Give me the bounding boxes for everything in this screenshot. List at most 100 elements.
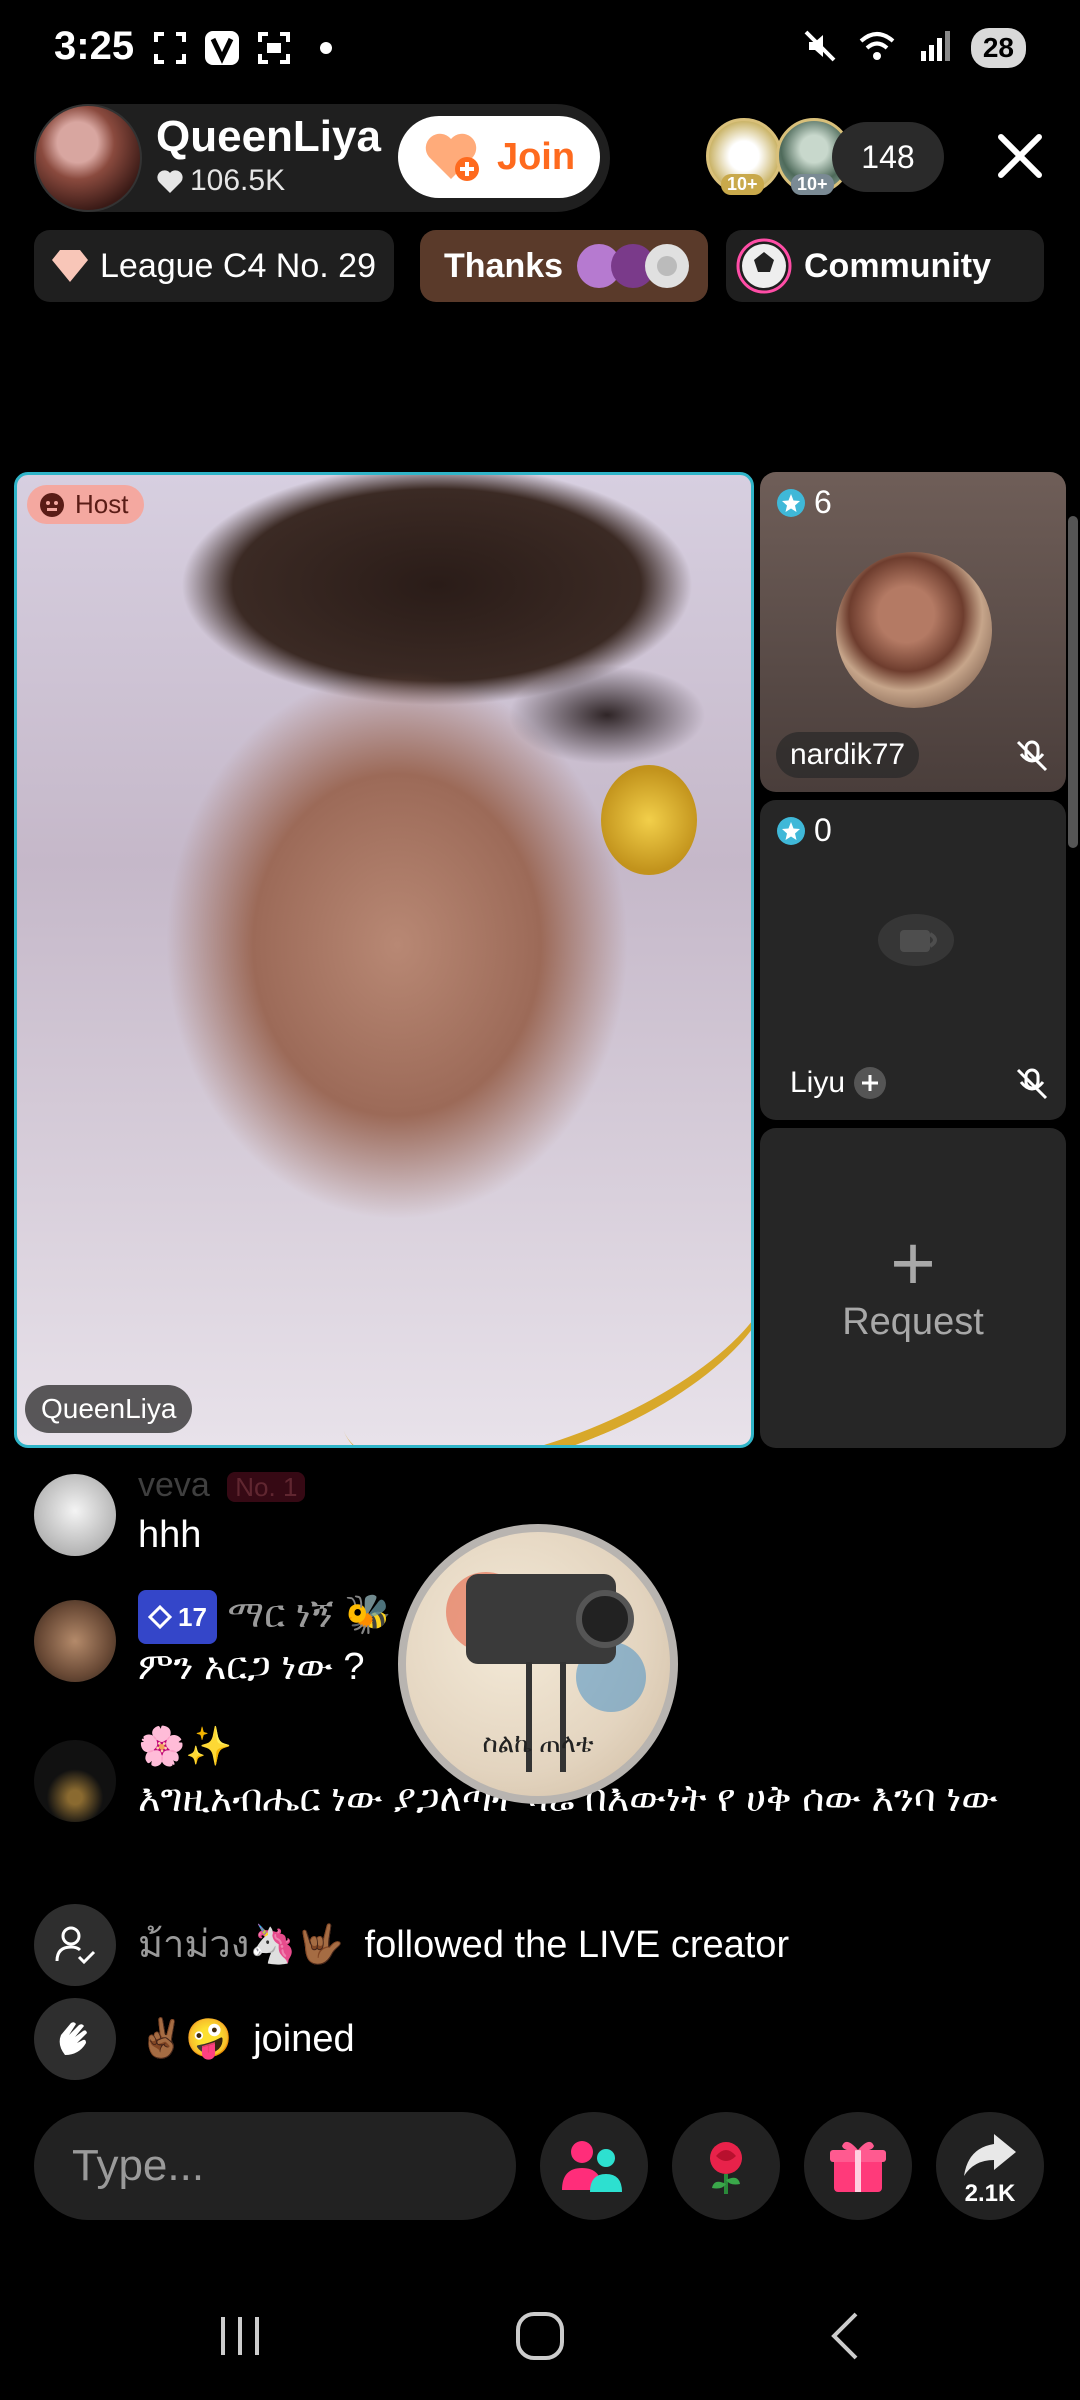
- plus-icon: +: [890, 1218, 936, 1307]
- chat-username: 17 ማር ነኝ 🐝: [138, 1590, 391, 1644]
- share-button[interactable]: 2.1K: [936, 2112, 1044, 2220]
- diamond-icon: [52, 250, 88, 282]
- event-join: ✌🏾🤪 joined: [138, 2014, 355, 2064]
- request-tile[interactable]: + Request: [760, 1128, 1066, 1448]
- level-value: 17: [178, 1602, 207, 1632]
- event-text: followed the LIVE creator: [364, 1924, 790, 1966]
- chat-username-text: 🌸✨: [138, 1726, 233, 1768]
- close-icon: [998, 134, 1042, 178]
- wave-hand-icon: [59, 2022, 87, 2055]
- host-likes: 106.5K: [156, 164, 285, 198]
- home-icon: [516, 2312, 564, 2360]
- rank-badge: No. 1: [227, 1472, 306, 1502]
- comment-input[interactable]: Type...: [34, 2112, 516, 2220]
- guest-score-value: 6: [814, 484, 832, 520]
- follow-event-icon: [34, 1904, 116, 1986]
- host-icon: [40, 492, 64, 517]
- guest-name: nardik77: [776, 732, 920, 778]
- score-icon: [777, 488, 805, 517]
- league-label: League C4 No. 29: [100, 246, 376, 285]
- heart-icon: [157, 170, 183, 193]
- video-frame-detail: [601, 765, 697, 875]
- floating-badge-text: ስልኬ ጠላቴ: [482, 1728, 594, 1758]
- host-likes-count: 106.5K: [190, 164, 286, 197]
- chat-message: ምን አርጋ ነው ?: [138, 1646, 365, 1688]
- recent-apps-button[interactable]: [180, 2296, 300, 2376]
- home-button[interactable]: [480, 2296, 600, 2376]
- status-left-icons: [152, 30, 344, 66]
- guest-score-value: 0: [814, 812, 832, 848]
- guest-score: 0: [776, 812, 832, 849]
- system-nav-bar: [0, 2280, 1080, 2400]
- coffee-cup-icon: [878, 914, 954, 966]
- mute-icon: [803, 29, 837, 68]
- mic-muted-icon: [1016, 1068, 1048, 1100]
- chat-avatar[interactable]: [34, 1740, 116, 1822]
- chat-avatar[interactable]: [34, 1600, 116, 1682]
- rose-gift-button[interactable]: [672, 2112, 780, 2220]
- host-name[interactable]: QueenLiya: [156, 112, 381, 162]
- share-arrow-icon: [964, 2134, 1016, 2176]
- viewer-level-badge: 10+: [721, 174, 764, 195]
- community-label: Community: [804, 246, 991, 285]
- gifter-avatars-icon: [577, 244, 690, 288]
- top-viewer-avatar[interactable]: 10+: [706, 118, 782, 195]
- event-username: ✌🏾🤪: [138, 2018, 233, 2060]
- host-badge-label: Host: [75, 489, 129, 519]
- rose-icon: [710, 2142, 742, 2194]
- dot-icon: [308, 30, 344, 66]
- share-count: 2.1K: [964, 2180, 1016, 2207]
- viewer-count[interactable]: 148: [832, 122, 944, 192]
- guest-avatar: [836, 552, 992, 708]
- request-button[interactable]: + Request: [760, 1128, 1066, 1448]
- multi-guest-button[interactable]: [540, 2112, 648, 2220]
- chat-username: veva No. 1: [138, 1460, 306, 1512]
- league-tag[interactable]: League C4 No. 29: [34, 230, 394, 302]
- request-label: Request: [842, 1300, 984, 1343]
- soccer-ball-icon: [736, 238, 792, 294]
- guest-tile[interactable]: 0 Liyu: [760, 800, 1066, 1120]
- video-frame-detail: [306, 1166, 751, 1445]
- host-badge: Host: [27, 485, 145, 524]
- comment-placeholder: Type...: [72, 2141, 205, 2190]
- gift-button[interactable]: [804, 2112, 912, 2220]
- chat-username-text: ማር ነኝ 🐝: [227, 1594, 392, 1637]
- battery-indicator: 28: [970, 28, 1026, 68]
- add-icon[interactable]: [853, 1066, 887, 1100]
- heart-plus-icon: [425, 133, 479, 181]
- back-icon: [831, 2312, 858, 2360]
- status-right-icons: 28: [803, 28, 1026, 68]
- floating-camera-badge[interactable]: ስልኬ ጠላቴ: [398, 1524, 678, 1804]
- recents-icon: [221, 2317, 259, 2355]
- level-badge: 17: [138, 1590, 217, 1644]
- join-label: Join: [496, 135, 576, 178]
- status-time: 3:25: [54, 24, 135, 68]
- status-bar: 3:25 28: [0, 0, 1080, 100]
- user-check-icon: [55, 1926, 96, 1965]
- thanks-tag[interactable]: Thanks: [420, 230, 708, 302]
- signal-icon: [917, 29, 951, 68]
- thanks-label: Thanks: [444, 246, 564, 285]
- community-tag[interactable]: Community: [726, 230, 1044, 302]
- mic-muted-icon: [1016, 740, 1048, 772]
- level-diamond-icon: [148, 1605, 172, 1629]
- guest-name-row: Liyu: [776, 1060, 901, 1106]
- event-follow: ม้าม่วง🦄🤟🏾 followed the LIVE creator: [138, 1920, 789, 1970]
- join-event-icon: [34, 1998, 116, 2080]
- join-button[interactable]: Join: [398, 116, 600, 198]
- close-button[interactable]: [990, 126, 1050, 186]
- guest-name: Liyu: [790, 1066, 846, 1099]
- scan-icon: [256, 30, 292, 66]
- guest-tile[interactable]: 6 nardik77: [760, 472, 1066, 792]
- back-button[interactable]: [784, 2296, 904, 2376]
- score-icon: [777, 816, 805, 845]
- wifi-icon: [857, 29, 897, 68]
- host-video[interactable]: Host QueenLiya: [14, 472, 754, 1448]
- host-avatar[interactable]: [34, 104, 142, 212]
- event-text: joined: [253, 2018, 355, 2060]
- guests-icon: [562, 2141, 622, 2192]
- viewer-level-badge: 10+: [791, 174, 834, 195]
- gift-icon: [830, 2141, 886, 2192]
- chat-avatar[interactable]: [34, 1474, 116, 1556]
- chat-username-text: veva: [138, 1466, 210, 1504]
